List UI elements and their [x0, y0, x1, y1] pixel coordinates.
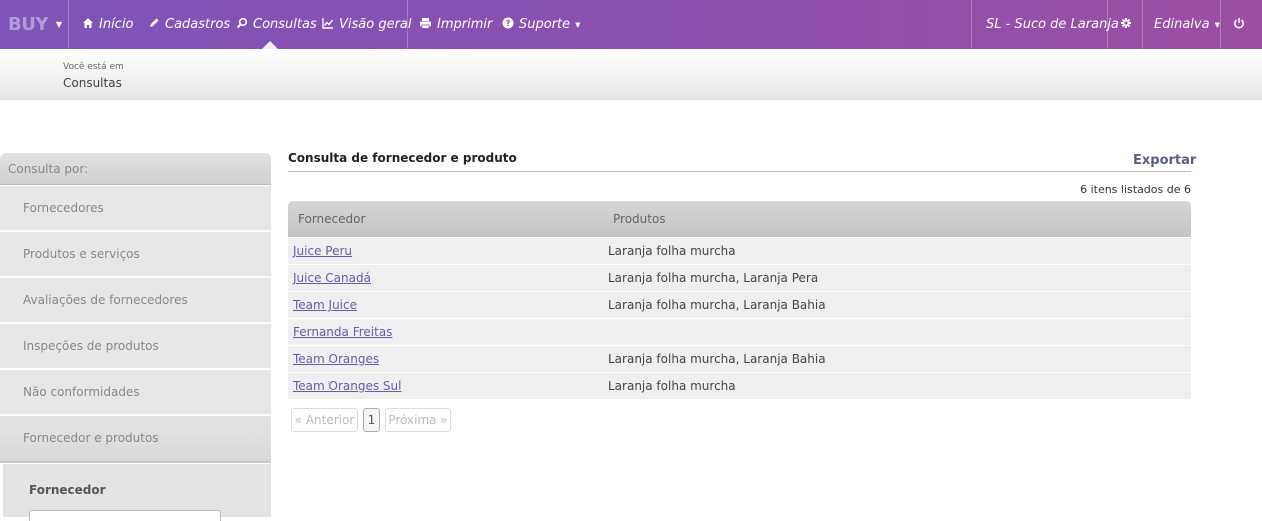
search-icon: [236, 17, 248, 32]
table-row: Juice Peru Laranja folha murcha: [288, 238, 1191, 265]
fornecedor-link[interactable]: Team Oranges Sul: [293, 379, 402, 393]
produtos-cell: Laranja folha murcha: [608, 379, 736, 393]
sidebar-item-produtos-servicos[interactable]: Produtos e serviços: [0, 232, 271, 277]
divider: [68, 0, 69, 49]
table-row: Fernanda Freitas: [288, 319, 1191, 346]
table-row: Team Oranges Sul Laranja folha murcha: [288, 373, 1191, 400]
sidebar-item-avaliacoes[interactable]: Avaliações de fornecedores: [0, 278, 271, 323]
sidebar-header-label: Consulta por:: [8, 162, 89, 176]
sidebar-item-label: Fornecedores: [23, 201, 104, 215]
nav-suporte[interactable]: ? Suporte ▼: [502, 0, 581, 49]
column-header-produtos[interactable]: Produtos: [613, 212, 666, 226]
nav-imprimir[interactable]: Imprimir: [419, 0, 492, 49]
export-link[interactable]: Exportar: [1133, 153, 1196, 168]
breadcrumb-prefix: Você está em: [63, 62, 124, 72]
pencil-icon: [148, 17, 160, 32]
company-label: SL - Suco de Laranja: [986, 17, 1119, 32]
nav-imprimir-label: Imprimir: [437, 17, 493, 32]
sidebar-item-fornecedores[interactable]: Fornecedores: [0, 186, 271, 231]
brand-menu[interactable]: BUY ▼: [0, 0, 68, 49]
fornecedor-link[interactable]: Juice Canadá: [293, 271, 371, 285]
divider: [407, 0, 408, 49]
nav-inicio[interactable]: Início: [82, 0, 133, 49]
produtos-cell: Laranja folha murcha, Laranja Bahia: [608, 352, 826, 366]
sidebar-item-nao-conformidades[interactable]: Não conformidades: [0, 370, 271, 415]
pagination-next[interactable]: Próxima »: [385, 408, 451, 432]
fornecedor-link[interactable]: Team Oranges: [293, 352, 379, 366]
chevron-down-icon: ▼: [575, 20, 581, 29]
sidebar-item-label: Fornecedor e produtos: [23, 431, 159, 445]
fornecedor-link[interactable]: Fernanda Freitas: [293, 325, 392, 339]
table-row: Team Juice Laranja folha murcha, Laranja…: [288, 292, 1191, 319]
page-title: Consulta de fornecedor e produto: [288, 151, 517, 165]
column-header-fornecedor[interactable]: Fornecedor: [298, 212, 365, 226]
printer-icon: [419, 17, 432, 32]
nav-suporte-label: Suporte: [519, 17, 571, 32]
fornecedor-input[interactable]: [29, 510, 221, 521]
divider: [1142, 0, 1143, 49]
top-navbar: BUY ▼ Início Cadastros Consultas Visão g…: [0, 0, 1262, 49]
divider: [1220, 0, 1221, 49]
nav-visao-geral[interactable]: Visão geral: [322, 0, 412, 49]
nav-consultas-label: Consultas: [253, 17, 317, 32]
brand-logo: BUY: [8, 14, 48, 35]
divider: [1107, 0, 1108, 49]
nav-visao-geral-label: Visão geral: [339, 17, 412, 32]
pagination-prev[interactable]: « Anterior: [291, 408, 358, 432]
nav-inicio-label: Início: [99, 17, 134, 32]
table-row: Juice Canadá Laranja folha murcha, Laran…: [288, 265, 1191, 292]
filter-panel: Fornecedor: [3, 464, 271, 521]
produtos-cell: Laranja folha murcha, Laranja Bahia: [608, 298, 826, 312]
logout-button[interactable]: [1233, 0, 1250, 49]
sidebar-header: Consulta por:: [0, 153, 271, 185]
settings-button[interactable]: [1120, 0, 1137, 49]
pagination-page[interactable]: 1: [363, 408, 380, 432]
divider: [971, 0, 972, 49]
sidebar-item-label: Inspeções de produtos: [23, 339, 159, 353]
sidebar-item-fornecedor-produtos[interactable]: Fornecedor e produtos: [0, 416, 271, 463]
gear-icon: [1120, 17, 1132, 32]
nav-cadastros[interactable]: Cadastros: [148, 0, 230, 49]
produtos-cell: Laranja folha murcha, Laranja Pera: [608, 271, 819, 285]
user-menu[interactable]: Edinalva ▼: [1154, 0, 1220, 49]
help-icon: ?: [502, 17, 514, 32]
sidebar-item-inspecoes[interactable]: Inspeções de produtos: [0, 324, 271, 369]
power-icon: [1233, 17, 1245, 32]
sidebar-item-label: Avaliações de fornecedores: [23, 293, 188, 307]
svg-text:?: ?: [506, 19, 511, 28]
breadcrumb: Você está em Consultas: [0, 49, 1262, 100]
chevron-down-icon: ▼: [55, 20, 63, 29]
title-divider: [288, 171, 1191, 172]
active-nav-indicator: [262, 41, 278, 49]
user-name: Edinalva: [1154, 17, 1210, 32]
items-count: 6 itens listados de 6: [1080, 183, 1191, 196]
home-icon: [82, 17, 94, 32]
fornecedor-link[interactable]: Juice Peru: [293, 244, 352, 258]
nav-cadastros-label: Cadastros: [165, 17, 231, 32]
table-row: Team Oranges Laranja folha murcha, Laran…: [288, 346, 1191, 373]
breadcrumb-current: Consultas: [63, 76, 122, 90]
filter-label: Fornecedor: [29, 483, 106, 497]
sidebar-item-label: Não conformidades: [23, 385, 140, 399]
company-name[interactable]: SL - Suco de Laranja: [986, 0, 1119, 49]
table-header: Fornecedor Produtos: [288, 201, 1191, 237]
sidebar-item-label: Produtos e serviços: [23, 247, 140, 261]
produtos-cell: Laranja folha murcha: [608, 244, 736, 258]
chart-icon: [322, 17, 334, 32]
fornecedor-link[interactable]: Team Juice: [293, 298, 357, 312]
